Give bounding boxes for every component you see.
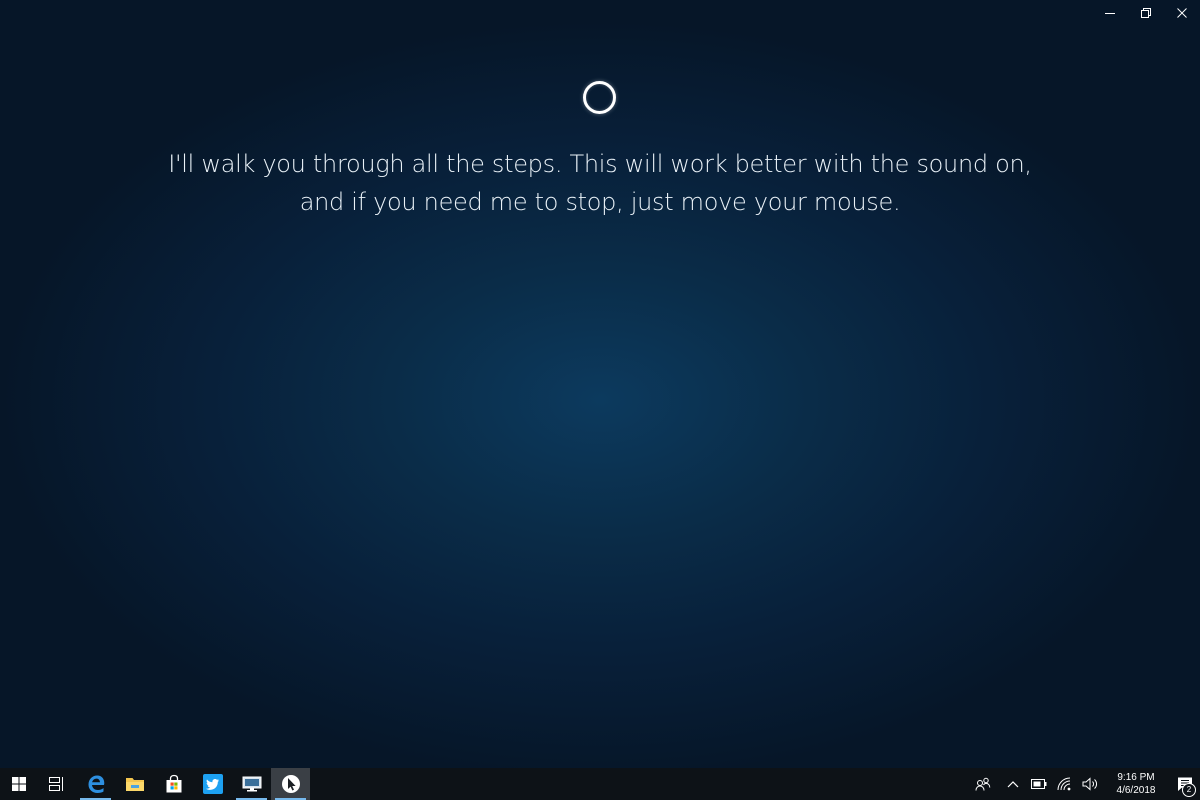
people-button[interactable] bbox=[966, 768, 1000, 800]
cortana-message: I'll walk you through all the steps. Thi… bbox=[100, 145, 1100, 221]
notification-count-badge: 2 bbox=[1182, 783, 1196, 797]
folder-icon bbox=[125, 778, 144, 791]
window-controls bbox=[1092, 0, 1200, 26]
start-button[interactable] bbox=[0, 768, 38, 800]
volume-button[interactable] bbox=[1078, 768, 1102, 800]
clock-date: 4/6/2018 bbox=[1116, 785, 1156, 796]
taskbar-twitter-button[interactable] bbox=[193, 768, 232, 800]
taskbar-edge-button[interactable] bbox=[76, 768, 115, 800]
taskbar-file-explorer-button[interactable] bbox=[115, 768, 154, 800]
network-button[interactable] bbox=[1052, 768, 1078, 800]
monitor-icon bbox=[242, 776, 261, 792]
task-view-icon bbox=[49, 777, 63, 791]
edge-icon bbox=[88, 775, 104, 793]
clock-time: 9:16 PM bbox=[1117, 772, 1155, 783]
volume-icon bbox=[1082, 777, 1097, 791]
minimize-button[interactable] bbox=[1092, 0, 1128, 26]
store-bag-icon bbox=[166, 774, 181, 793]
windows-logo-icon bbox=[12, 777, 26, 791]
restore-icon bbox=[1141, 8, 1151, 18]
message-line-2: and if you need me to stop, just move yo… bbox=[299, 188, 901, 216]
cortana-ring-icon bbox=[583, 81, 616, 114]
show-hidden-icons-button[interactable] bbox=[1000, 768, 1026, 800]
setup-window: I'll walk you through all the steps. Thi… bbox=[0, 0, 1200, 768]
people-icon bbox=[975, 777, 991, 791]
battery-button[interactable] bbox=[1026, 768, 1052, 800]
taskbar-store-button[interactable] bbox=[154, 768, 193, 800]
action-center-button[interactable]: 2 bbox=[1170, 768, 1200, 800]
battery-icon bbox=[1031, 779, 1047, 789]
chevron-up-icon bbox=[1007, 781, 1019, 788]
close-button[interactable] bbox=[1164, 0, 1200, 26]
close-icon bbox=[1177, 8, 1187, 18]
taskbar-pointer-app-button[interactable] bbox=[271, 768, 310, 800]
twitter-icon bbox=[202, 774, 223, 794]
taskbar-desktop-app-button[interactable] bbox=[232, 768, 271, 800]
taskbar: 9:16 PM 4/6/2018 2 bbox=[0, 768, 1200, 800]
pointer-icon bbox=[281, 775, 300, 793]
system-tray: 9:16 PM 4/6/2018 2 bbox=[966, 768, 1200, 800]
clock[interactable]: 9:16 PM 4/6/2018 bbox=[1102, 768, 1170, 800]
restore-button[interactable] bbox=[1128, 0, 1164, 26]
minimize-icon bbox=[1105, 13, 1115, 14]
task-view-button[interactable] bbox=[38, 768, 76, 800]
message-line-1: I'll walk you through all the steps. Thi… bbox=[168, 150, 1032, 178]
wifi-icon bbox=[1057, 777, 1071, 791]
